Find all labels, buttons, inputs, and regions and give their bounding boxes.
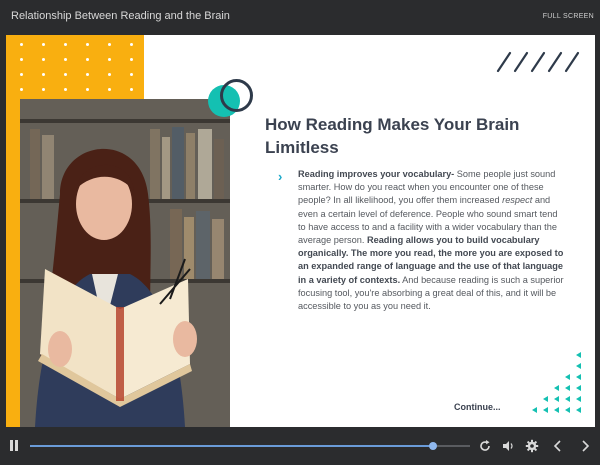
body-segment: respect [502, 195, 533, 206]
decor-dot [130, 58, 133, 61]
decor-triangle [554, 396, 559, 402]
decor-dot [86, 58, 89, 61]
decor-dot [20, 58, 23, 61]
decor-slashes [496, 51, 580, 73]
volume-icon[interactable] [501, 439, 515, 453]
decor-dot [64, 88, 67, 91]
decor-dot [86, 73, 89, 76]
decor-dot [42, 73, 45, 76]
full-screen-button[interactable]: FULL SCREEN [543, 13, 594, 20]
decor-triangles [532, 352, 581, 413]
decor-triangle [576, 374, 581, 380]
slide-canvas: How Reading Makes Your Brain Limitless ›… [6, 35, 595, 427]
decor-dot [86, 88, 89, 91]
decor-dot [130, 73, 133, 76]
next-icon[interactable] [578, 439, 592, 453]
decor-triangle [532, 407, 537, 413]
decor-dot [108, 43, 111, 46]
decor-triangle [576, 407, 581, 413]
decor-triangle [576, 363, 581, 369]
decor-dot [130, 88, 133, 91]
seek-handle[interactable] [428, 442, 437, 450]
decor-triangle [565, 374, 570, 380]
decor-dot [64, 43, 67, 46]
decor-triangle [554, 385, 559, 391]
decor-dot [108, 58, 111, 61]
woman-reading-photo [20, 99, 230, 427]
player-controls [0, 427, 600, 465]
decor-dot [42, 58, 45, 61]
chevron-right-icon: › [278, 169, 283, 184]
slide-heading: How Reading Makes Your Brain Limitless [265, 115, 520, 157]
decor-dot [20, 43, 23, 46]
decor-dot [108, 73, 111, 76]
decor-dot [108, 88, 111, 91]
seek-bar[interactable] [30, 442, 470, 450]
body-segment: Reading improves your vocabulary- [298, 169, 455, 179]
slide-body-text: Reading improves your vocabulary- Some p… [298, 168, 564, 313]
dot-pattern [6, 35, 144, 98]
decor-dot [42, 88, 45, 91]
decor-dot [64, 58, 67, 61]
decor-triangle [554, 407, 559, 413]
course-title: Relationship Between Reading and the Bra… [11, 10, 230, 22]
title-bar: Relationship Between Reading and the Bra… [0, 0, 600, 34]
decor-triangle [565, 385, 570, 391]
decor-dot [20, 88, 23, 91]
settings-icon[interactable] [525, 439, 539, 453]
decor-triangle [543, 407, 548, 413]
decor-dot [20, 73, 23, 76]
decor-triangle [576, 385, 581, 391]
decor-triangle [565, 396, 570, 402]
woman-reading-illustration [20, 99, 230, 427]
continue-link[interactable]: Continue... [454, 402, 501, 412]
decor-triangle [576, 396, 581, 402]
decor-triangle [543, 396, 548, 402]
decor-dot [64, 73, 67, 76]
decor-dot [42, 43, 45, 46]
seek-bar-fill [30, 445, 433, 447]
decor-dot [130, 43, 133, 46]
decor-dot [86, 43, 89, 46]
pause-icon[interactable] [8, 440, 20, 452]
replay-icon[interactable] [478, 439, 492, 453]
decor-triangle [576, 352, 581, 358]
decor-ring [220, 79, 253, 112]
prev-icon[interactable] [551, 439, 565, 453]
decor-triangle [565, 407, 570, 413]
